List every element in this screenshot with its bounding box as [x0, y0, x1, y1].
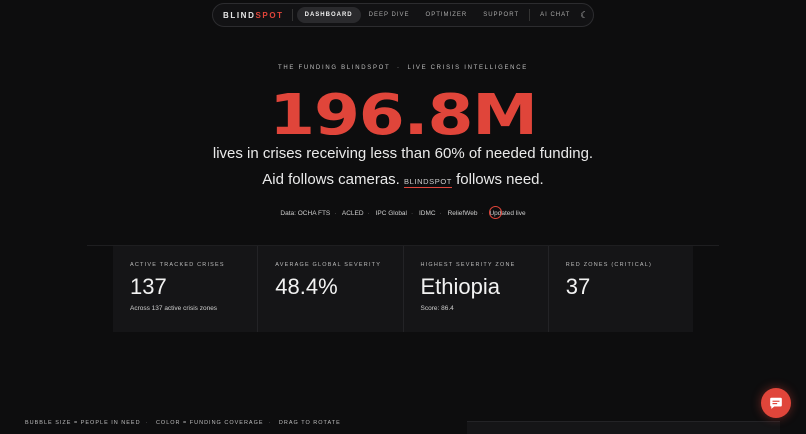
nav-dashboard[interactable]: DASHBOARD — [296, 7, 361, 23]
stat-value: 137 — [130, 274, 167, 299]
legend-bubble-size: BUBBLE SIZE = PEOPLE IN NEED — [25, 420, 141, 426]
legend-color: COLOR = FUNDING COVERAGE — [155, 420, 264, 426]
data-sources: Data: OCHA FTS · ACLED · IPC Global · IDMC ·… — [280, 210, 526, 217]
source-ipc: IPC Global — [375, 210, 407, 217]
nav-separator — [529, 9, 531, 21]
stat-card-crises: ACTIVE TRACKED CRISES 137 Across 137 act… — [113, 246, 259, 332]
stat-label: ACTIVE TRACKED CRISES — [130, 262, 225, 268]
hero-number: 196.8M — [269, 83, 538, 148]
brand-accent: SPOT — [255, 10, 284, 20]
hero-line-2-post: follows need. — [456, 171, 544, 188]
top-nav: BLINDSPOT DASHBOARD DEEP DIVE OPTIMIZER … — [212, 3, 594, 27]
nav-deep-dive[interactable]: DEEP DIVE — [361, 7, 418, 23]
stat-label: HIGHEST SEVERITY ZONE — [420, 262, 516, 268]
hero-line-2-pre: Aid follows cameras. — [262, 171, 400, 188]
source-ocha: Data: OCHA FTS — [280, 210, 331, 217]
source-idmc: IDMC — [418, 210, 436, 217]
nav-separator — [291, 9, 293, 21]
moon-icon[interactable]: ☾ — [580, 10, 588, 21]
stat-card-red-zones: RED ZONES (CRITICAL) 37 — [549, 246, 693, 332]
hero-brand-link[interactable]: BLINDSPOT — [404, 177, 452, 188]
stats-row: ACTIVE TRACKED CRISES 137 Across 137 act… — [113, 246, 693, 332]
side-panel — [467, 421, 780, 434]
legend-drag: DRAG TO ROTATE — [278, 420, 341, 426]
source-acled: ACLED — [341, 210, 364, 217]
stat-card-highest-zone: HIGHEST SEVERITY ZONE Ethiopia Score: 86… — [404, 246, 549, 332]
nav-ai-chat[interactable]: AI CHAT — [532, 7, 578, 23]
stat-label: AVERAGE GLOBAL SEVERITY — [275, 262, 382, 268]
chat-bubble-icon — [770, 397, 782, 409]
brand-logo[interactable]: BLINDSPOT — [223, 11, 284, 20]
nav-support[interactable]: SUPPORT — [475, 7, 527, 23]
hero-line-1: lives in crises receiving less than 60% … — [212, 145, 594, 162]
cursor-ring — [489, 206, 502, 219]
stat-subtext: Score: 86.4 — [420, 305, 454, 312]
hero-eyebrow: THE FUNDING BLINDSPOT · LIVE CRISIS INTE… — [278, 65, 528, 71]
source-reliefweb: ReliefWeb — [447, 210, 478, 217]
chat-button[interactable] — [761, 388, 791, 418]
brand-main: BLIND — [223, 10, 256, 20]
stat-value: 48.4% — [275, 274, 338, 299]
globe-legend: BUBBLE SIZE = PEOPLE IN NEED · COLOR = FU… — [25, 420, 341, 426]
stat-value: 37 — [565, 274, 591, 299]
hero-line-2: Aid follows cameras. BLINDSPOT follows n… — [0, 171, 806, 188]
stat-subtext: Across 137 active crisis zones — [130, 305, 218, 312]
stat-label: RED ZONES (CRITICAL) — [565, 262, 653, 268]
nav-optimizer[interactable]: OPTIMIZER — [418, 7, 476, 23]
stat-value: Ethiopia — [420, 274, 501, 299]
stat-card-severity: AVERAGE GLOBAL SEVERITY 48.4% — [258, 246, 404, 332]
